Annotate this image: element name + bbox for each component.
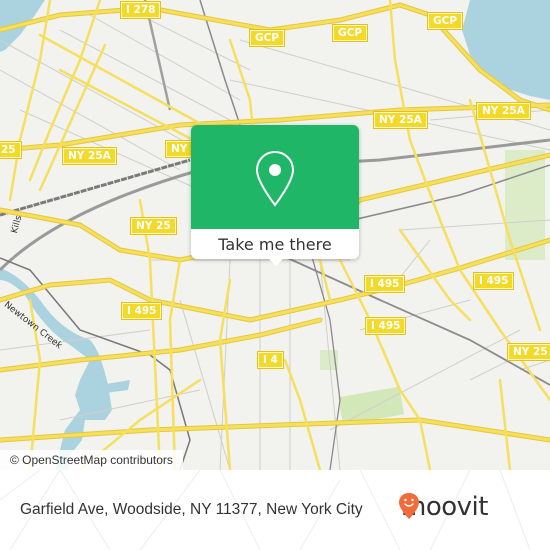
moovit-pin-smile-icon: [399, 493, 419, 519]
location-pin-icon: [255, 150, 295, 207]
route-shield-i495: I 495: [363, 275, 406, 293]
route-shield-i495: I 495: [120, 302, 163, 320]
route-shield-ny25a: NY 25A: [62, 147, 117, 165]
route-shield-i495: I 495: [364, 317, 407, 335]
route-shield-gcp: GCP: [331, 24, 369, 42]
location-popup: Take me there: [191, 125, 359, 266]
route-shield-i495: I 4: [257, 351, 284, 369]
route-shield-gcp: GCP: [426, 12, 464, 30]
route-shield-i278: I 278: [119, 1, 162, 19]
map-view[interactable]: I 278 GCP GCP GCP NY 25A NY 25A NY 25A N…: [0, 0, 550, 470]
route-shield-ny25a: NY 25A: [373, 111, 428, 129]
route-shield-ny25a-edge: 25: [0, 141, 22, 159]
route-shield-ny25a: NY 25A: [476, 102, 531, 120]
address-text: Garfield Ave, Woodside, NY 11377, New Yo…: [20, 501, 363, 518]
map-attribution[interactable]: © OpenStreetMap contributors: [0, 450, 183, 470]
take-me-there-button[interactable]: Take me there: [191, 229, 359, 259]
route-shield-ny25: NY 25: [130, 217, 177, 235]
route-shield-gcp: GCP: [248, 29, 286, 47]
popup-pointer: [268, 258, 284, 266]
footer-bar: Garfield Ave, Woodside, NY 11377, New Yo…: [0, 470, 550, 550]
popup-header: [191, 125, 359, 229]
route-shield-ny25: NY 25: [507, 343, 550, 361]
route-shield-i495: I 495: [472, 272, 515, 290]
moovit-logo[interactable]: moovit: [398, 492, 488, 522]
flushing-bay-water: [462, 0, 550, 100]
